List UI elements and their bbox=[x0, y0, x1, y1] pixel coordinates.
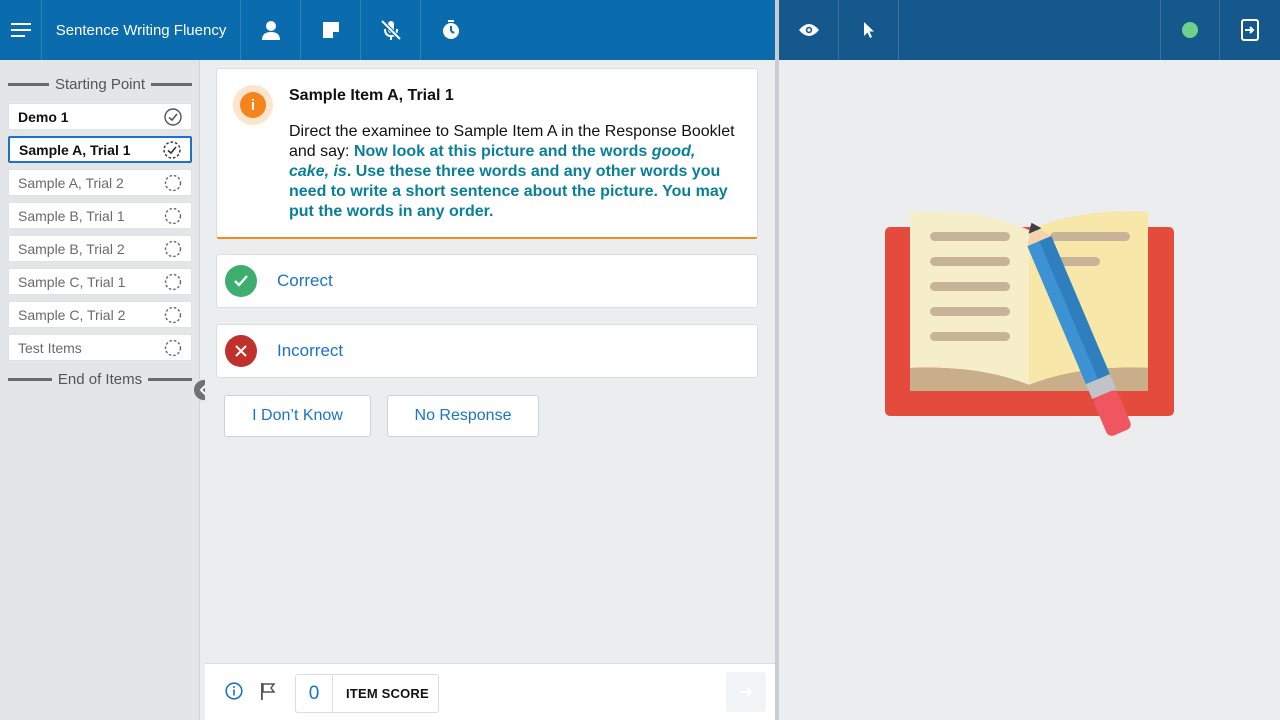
sidebar-item-demo-1[interactable]: Demo 1 bbox=[8, 103, 192, 130]
mic-off-icon bbox=[380, 19, 401, 41]
incorrect-label: Incorrect bbox=[277, 341, 344, 360]
sidebar-item-sample-b-trial-2[interactable]: Sample B, Trial 2 bbox=[8, 235, 192, 262]
sidebar-item-label: Sample C, Trial 2 bbox=[18, 306, 126, 323]
screen-share-button[interactable] bbox=[1220, 0, 1280, 60]
sidebar-item-sample-a-trial-2[interactable]: Sample A, Trial 2 bbox=[8, 169, 192, 196]
pending-circle-icon bbox=[164, 273, 182, 290]
pointer-button[interactable] bbox=[839, 0, 899, 60]
pointer-icon bbox=[863, 22, 874, 38]
divider-line bbox=[151, 83, 192, 86]
sidebar-item-label: Test Items bbox=[18, 339, 82, 356]
notes-button[interactable] bbox=[301, 0, 361, 60]
sidebar-item-label: Sample C, Trial 1 bbox=[18, 273, 126, 290]
pending-circle-icon bbox=[164, 174, 182, 191]
starting-point-marker: Starting Point bbox=[8, 76, 192, 93]
examinee-toolbar bbox=[779, 0, 1280, 60]
divider-line bbox=[148, 378, 192, 381]
menu-icon bbox=[10, 23, 31, 37]
mic-button[interactable] bbox=[361, 0, 421, 60]
examinee-button[interactable] bbox=[241, 0, 301, 60]
sidebar-item-label: Sample B, Trial 2 bbox=[18, 240, 125, 257]
info-badge: i bbox=[233, 85, 273, 125]
flag-icon[interactable] bbox=[260, 682, 276, 701]
sidebar-item-sample-c-trial-1[interactable]: Sample C, Trial 1 bbox=[8, 268, 192, 295]
instruction-text: Direct the examinee to Sample Item A in … bbox=[289, 122, 739, 222]
item-sidebar: Starting Point Demo 1 Sample A, Trial 1 … bbox=[0, 60, 200, 720]
dont-know-button[interactable]: I Don’t Know bbox=[224, 395, 371, 437]
sidebar-item-sample-c-trial-2[interactable]: Sample C, Trial 2 bbox=[8, 301, 192, 328]
divider-line bbox=[8, 378, 52, 381]
menu-button[interactable] bbox=[0, 0, 42, 60]
starting-point-label: Starting Point bbox=[54, 76, 146, 93]
person-icon bbox=[261, 21, 280, 40]
sidebar-item-label: Sample A, Trial 2 bbox=[18, 174, 124, 191]
book-and-pencil-illustration bbox=[885, 211, 1174, 436]
check-circle-icon bbox=[164, 107, 182, 126]
item-footer: 0 ITEM SCORE bbox=[205, 663, 775, 720]
pending-circle-icon bbox=[164, 240, 182, 257]
sidebar-item-test-items[interactable]: Test Items bbox=[8, 334, 192, 361]
end-of-items-label: End of Items bbox=[57, 371, 143, 388]
item-title: Sample Item A, Trial 1 bbox=[289, 87, 454, 104]
app-title-cell: Sentence Writing Fluency bbox=[42, 0, 241, 60]
in-progress-icon bbox=[163, 140, 181, 159]
timer-icon bbox=[443, 20, 459, 39]
examiner-toolbar: Sentence Writing Fluency bbox=[0, 0, 775, 60]
info-outline-icon[interactable] bbox=[225, 682, 243, 700]
sidebar-item-sample-b-trial-1[interactable]: Sample B, Trial 1 bbox=[8, 202, 192, 229]
pending-circle-icon bbox=[164, 207, 182, 224]
timer-button[interactable] bbox=[421, 0, 481, 60]
instruction-card: i Sample Item A, Trial 1 Direct the exam… bbox=[216, 68, 758, 239]
app-title: Sentence Writing Fluency bbox=[55, 21, 227, 39]
item-score-value: 0 bbox=[296, 675, 333, 712]
examinee-view bbox=[779, 60, 1280, 720]
arrow-right-icon bbox=[740, 687, 753, 697]
correct-option[interactable]: Correct bbox=[216, 254, 758, 308]
check-icon bbox=[225, 265, 257, 297]
say-text-1: Now look at this picture and the words bbox=[353, 143, 652, 160]
item-score-label: ITEM SCORE bbox=[346, 686, 429, 701]
say-text-2: . Use these three words and any other wo… bbox=[289, 163, 728, 220]
pending-circle-icon bbox=[164, 306, 182, 323]
next-item-button[interactable] bbox=[726, 672, 766, 712]
sidebar-item-label: Sample B, Trial 1 bbox=[18, 207, 125, 224]
item-score: 0 ITEM SCORE bbox=[295, 674, 439, 713]
item-panel: i Sample Item A, Trial 1 Direct the exam… bbox=[205, 60, 775, 663]
eye-icon bbox=[798, 24, 819, 36]
pending-circle-icon bbox=[164, 339, 182, 356]
divider-line bbox=[8, 83, 49, 86]
info-icon: i bbox=[240, 92, 266, 118]
screen-share-icon bbox=[1241, 19, 1259, 41]
correct-label: Correct bbox=[277, 271, 333, 290]
sidebar-item-sample-a-trial-1[interactable]: Sample A, Trial 1 bbox=[8, 136, 192, 163]
sidebar-item-label: Sample A, Trial 1 bbox=[19, 141, 131, 158]
status-dot-icon bbox=[1182, 22, 1198, 38]
note-icon bbox=[322, 22, 339, 38]
no-response-button[interactable]: No Response bbox=[387, 395, 539, 437]
close-icon bbox=[225, 335, 257, 367]
connection-status bbox=[1160, 0, 1220, 60]
sidebar-item-label: Demo 1 bbox=[18, 108, 69, 125]
preview-button[interactable] bbox=[779, 0, 839, 60]
incorrect-option[interactable]: Incorrect bbox=[216, 324, 758, 378]
end-of-items-marker: End of Items bbox=[8, 371, 192, 388]
